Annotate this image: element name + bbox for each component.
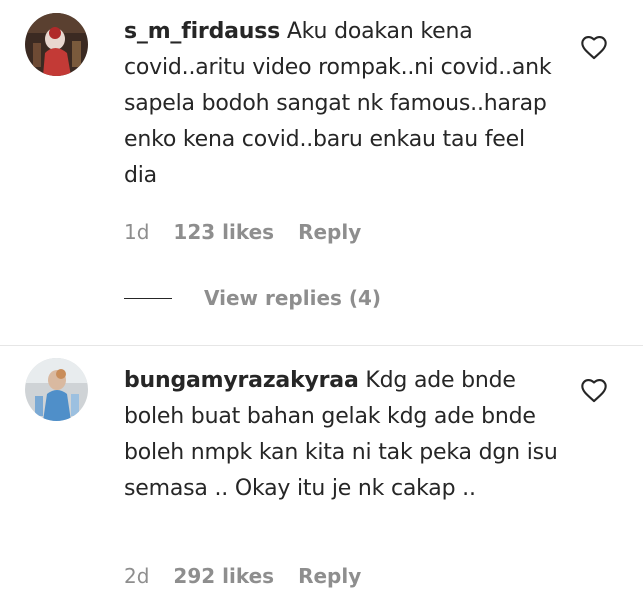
comment-username[interactable]: s_m_firdauss — [124, 19, 280, 44]
user-avatar-photo-icon — [25, 13, 88, 76]
avatar[interactable] — [25, 13, 88, 76]
comment-username[interactable]: bungamyrazakyraa — [124, 368, 359, 393]
comment-meta: 1d 123 likes Reply — [124, 220, 361, 244]
comment-age: 1d — [124, 220, 150, 244]
comment-text-block: s_m_firdauss Aku doakan kena covid..arit… — [124, 14, 564, 194]
avatar[interactable] — [25, 358, 88, 421]
divider — [0, 345, 643, 346]
reply-button[interactable]: Reply — [298, 564, 361, 588]
heart-outline-icon[interactable] — [580, 377, 608, 403]
comment-body: Aku doakan kena covid..aritu video rompa… — [124, 19, 552, 188]
heart-outline-icon[interactable] — [580, 34, 608, 60]
comment-text-block: bungamyrazakyraa Kdg ade bnde boleh buat… — [124, 363, 564, 507]
user-avatar-photo-icon — [25, 358, 88, 421]
likes-count[interactable]: 123 likes — [173, 220, 274, 244]
view-replies-button[interactable]: View replies (4) — [124, 286, 381, 310]
comment-meta: 2d 292 likes Reply — [124, 564, 361, 588]
comment-age: 2d — [124, 564, 150, 588]
reply-button[interactable]: Reply — [298, 220, 361, 244]
likes-count[interactable]: 292 likes — [173, 564, 274, 588]
view-replies-line — [124, 297, 172, 299]
view-replies-label: View replies (4) — [204, 286, 382, 310]
